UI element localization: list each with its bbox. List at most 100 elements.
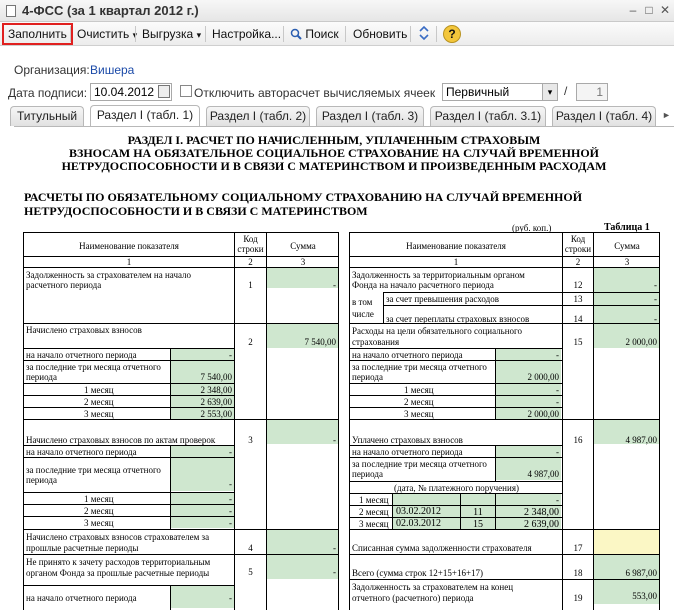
tab-section1-table3-1[interactable]: Раздел I (табл. 3.1): [430, 106, 546, 126]
tab-section1-table4[interactable]: Раздел I (табл. 4): [552, 106, 656, 126]
r-pay3-date: 02.03.2012: [396, 518, 441, 529]
r-month3-value: 2 000,00: [527, 409, 560, 419]
l-r3-month2-label: 2 месяц: [84, 506, 114, 516]
l-row3-start-value: -: [229, 447, 232, 457]
l-month2-value: 2 639,00: [200, 397, 233, 407]
tab-bar: Титульный Раздел I (табл. 1) Раздел I (т…: [0, 105, 674, 127]
hdr-col1-num: 1: [126, 257, 132, 267]
l-r3-month1-value: -: [229, 494, 232, 504]
r-hdr-name: Наименование показателя: [406, 241, 506, 251]
l-row3-q-label-a: за последние три месяца отчетного: [26, 465, 161, 475]
tab-section1-table1[interactable]: Раздел I (табл. 1): [90, 105, 200, 127]
r-pay1-num-cell[interactable]: [461, 494, 495, 505]
slash-label: /: [564, 84, 568, 98]
r-row18-value: 6 987,00: [625, 568, 658, 578]
r-hdr-col2-num: 2: [575, 257, 581, 267]
search-icon: [290, 28, 302, 40]
r-pay1-value: -: [556, 495, 559, 505]
l-row2-value: 7 540,00: [304, 337, 337, 347]
r-month2-value: -: [556, 397, 559, 407]
l-row5-label-a: Не принято к зачету расходов территориал…: [26, 557, 211, 567]
l-row1-value: -: [333, 280, 336, 290]
r-row12-label-b: Фонда на начало расчетного периода: [352, 280, 494, 290]
r-intotal-label: в том: [352, 297, 373, 307]
l-row4-code: 4: [248, 543, 253, 553]
maximize-button[interactable]: □: [642, 3, 656, 17]
autocalc-checkbox[interactable]: [180, 85, 192, 97]
report-type-value: Первичный: [446, 85, 510, 99]
org-label: Организация:: [14, 63, 90, 77]
toolbar: Заполнить Очистить ▾ Выгрузка ▾ Настройк…: [0, 22, 674, 46]
tab-title[interactable]: Титульный: [10, 106, 84, 126]
l-row3-label: Начислено страховых взносов по актам про…: [26, 435, 216, 445]
l-row1-label-a: Задолженность за страхователем на начало: [26, 270, 192, 280]
l-row2-q-value: 7 540,00: [200, 372, 233, 382]
l-month3-value: 2 553,00: [200, 409, 233, 419]
minimize-button[interactable]: –: [626, 3, 640, 17]
l-row2-start-value: -: [229, 350, 232, 360]
calendar-icon[interactable]: [158, 85, 170, 98]
r-row15-label-a: Расходы на цели обязательного социальног…: [352, 326, 523, 336]
r-row19-label-b: отчетного (расчетного) периода: [352, 593, 474, 603]
l-row5-start-value: -: [229, 593, 232, 603]
r-row18-label: Всего (сумма строк 12+15+16+17): [352, 568, 484, 578]
chevron-down-icon[interactable]: ▾: [542, 84, 557, 100]
up-down-arrows-icon: [419, 25, 429, 41]
tab-section1-table3[interactable]: Раздел I (табл. 3): [316, 106, 424, 126]
export-label: Выгрузка: [142, 27, 194, 41]
report-type-select[interactable]: Первичный: [442, 83, 558, 101]
l-month2-label: 2 месяц: [84, 397, 114, 407]
expand-toggle-button[interactable]: [414, 25, 434, 45]
r-row16-code: 16: [573, 435, 583, 445]
clear-button[interactable]: Очистить ▾: [73, 24, 141, 44]
help-button[interactable]: ?: [443, 25, 461, 43]
chevron-down-icon: ▾: [196, 30, 202, 40]
hdr-col2-num: 2: [248, 257, 253, 267]
r-hdr-col1-num: 1: [453, 257, 459, 267]
r-row17-cell[interactable]: [594, 530, 659, 554]
correction-number-input[interactable]: 1: [576, 83, 608, 101]
r-row16-start-label: на начало отчетного периода: [352, 447, 463, 457]
document-icon: [6, 5, 16, 17]
hdr-name: Наименование показателя: [79, 241, 179, 251]
l-month1-label: 1 месяц: [84, 385, 114, 395]
hdr-col3-num: 3: [300, 257, 306, 267]
r-row13-value: -: [654, 294, 657, 304]
clear-label: Очистить: [77, 27, 130, 41]
r-row16-q-label-a: за последние три месяца отчетного: [352, 459, 487, 469]
date-label: Дата подписи:: [8, 86, 88, 100]
subtitle-line1: РАСЧЕТЫ ПО ОБЯЗАТЕЛЬНОМУ СОЦИАЛЬНОМУ СТР…: [24, 190, 583, 204]
r-row16-start-value: -: [556, 447, 559, 457]
r-pay1-date-cell[interactable]: [393, 494, 460, 505]
settings-button[interactable]: Настройка...: [208, 24, 285, 44]
l-row3-start-label: на начало отчетного периода: [26, 447, 137, 457]
r-month2-label: 2 месяц: [404, 397, 434, 407]
refresh-button[interactable]: Обновить: [349, 24, 411, 44]
tab-section1-table2[interactable]: Раздел I (табл. 2): [206, 106, 310, 126]
l-row3-value: -: [333, 435, 336, 445]
l-row1-code: 1: [248, 280, 253, 290]
export-button[interactable]: Выгрузка ▾: [138, 24, 205, 44]
r-row13-code: 13: [573, 294, 583, 304]
window-titlebar: 4-ФСС (за 1 квартал 2012 г.) – □ ✕: [0, 0, 674, 22]
l-r3-month3-label: 3 месяц: [84, 518, 114, 528]
l-month3-label: 3 месяц: [84, 409, 114, 419]
l-row5-label-b: органом Фонда за прошлые расчетные перио…: [26, 568, 210, 578]
l-row2-code: 2: [248, 337, 253, 347]
section-title-line3: НЕТРУДОСПОСОБНОСТИ И В СВЯЗИ С МАТЕРИНСТ…: [61, 159, 607, 173]
fill-button[interactable]: Заполнить: [2, 23, 73, 45]
close-button[interactable]: ✕: [658, 3, 672, 17]
search-button[interactable]: Поиск: [286, 24, 343, 44]
report-document: РАЗДЕЛ I. РАСЧЕТ ПО НАЧИСЛЕННЫМ, УПЛАЧЕН…: [14, 126, 674, 610]
org-link[interactable]: Вишера: [90, 63, 134, 77]
r-row16-q-label-b: периода: [352, 469, 383, 479]
l-r3-month1-label: 1 месяц: [84, 494, 114, 504]
r-row12-label-a: Задолженность за территориальным органом: [352, 270, 525, 280]
search-label: Поиск: [305, 27, 339, 41]
r-row16-label: Уплачено страховых взносов: [352, 435, 463, 445]
l-row4-label-b: прошлые расчетные периоды: [26, 543, 139, 553]
subtitle-line2: НЕТРУДОСПОСОБНОСТИ И В СВЯЗИ С МАТЕРИНСТ…: [24, 204, 368, 218]
r-row12-value: -: [654, 280, 657, 290]
tab-scroll-right-icon[interactable]: ►: [662, 110, 671, 120]
r-row15-code: 15: [573, 337, 583, 347]
